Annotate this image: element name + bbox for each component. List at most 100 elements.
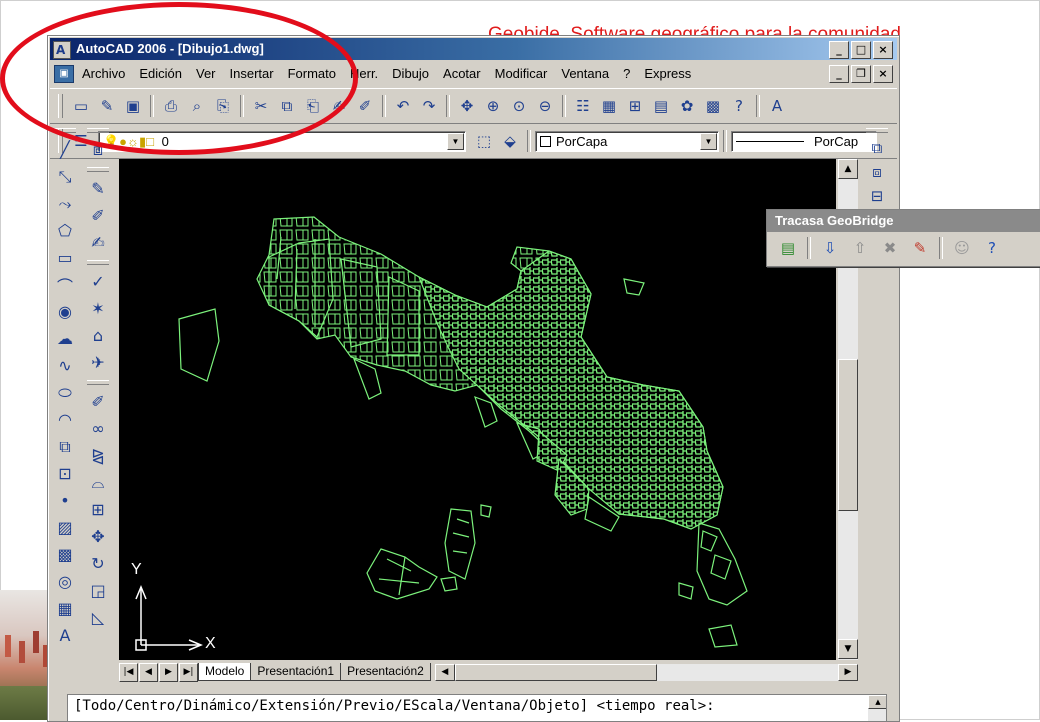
multiline-text-icon[interactable]: A — [52, 623, 78, 648]
doc-minimize-button[interactable]: _ — [829, 65, 849, 83]
plot-icon[interactable]: ⎙ — [159, 94, 183, 118]
ellipse-icon[interactable]: ⬭ — [52, 380, 78, 405]
make-current-layer-icon[interactable]: ⬚ — [472, 129, 496, 153]
hatch-icon[interactable]: ▨ — [52, 515, 78, 540]
scroll-down-button[interactable]: ▼ — [838, 639, 858, 659]
layer-previous-icon[interactable]: ⬙ — [498, 129, 522, 153]
toolbar-grip[interactable] — [54, 128, 76, 133]
redo-icon[interactable]: ↷ — [417, 94, 441, 118]
edit-icon[interactable]: ✎ — [906, 235, 934, 261]
scroll-up-button[interactable]: ▲ — [838, 159, 858, 179]
offset-icon[interactable]: ⌓ — [85, 470, 111, 495]
copy-icon[interactable]: ⧉ — [275, 94, 299, 118]
mirror-icon[interactable]: ⧎ — [85, 443, 111, 468]
command-line-scrollbar[interactable]: ▲ — [868, 695, 886, 721]
doc-close-button[interactable]: × — [873, 65, 893, 83]
polyline-icon[interactable]: ⤳ — [52, 191, 78, 216]
rotate-icon[interactable]: ↻ — [85, 551, 111, 576]
menu-herramientas[interactable]: Herr. — [343, 63, 385, 85]
toolbar-grip[interactable] — [87, 380, 109, 385]
block-edit-icon[interactable]: ✐ — [353, 94, 377, 118]
layer-walk-icon[interactable]: ⊟ — [865, 184, 889, 208]
layers-icon[interactable]: ▤ — [774, 235, 802, 261]
menu-edicion[interactable]: Edición — [132, 63, 189, 85]
markup-icon[interactable]: ✿ — [675, 94, 699, 118]
tab-next-button[interactable]: ▶ — [159, 662, 178, 682]
toolbar-grip[interactable] — [87, 128, 109, 133]
copy-object-icon[interactable]: ∞ — [85, 416, 111, 441]
tab-prev-button[interactable]: ◀ — [139, 662, 158, 682]
stretch-icon[interactable]: ◺ — [85, 605, 111, 630]
tab-modelo[interactable]: Modelo — [198, 663, 252, 681]
polygon-icon[interactable]: ⬠ — [52, 218, 78, 243]
tab-presentacion2[interactable]: Presentación2 — [340, 663, 431, 681]
rectangle-icon[interactable]: ▭ — [52, 245, 78, 270]
line-icon[interactable]: ╱ — [52, 137, 78, 162]
open-icon[interactable]: ✎ — [95, 94, 119, 118]
spline-icon[interactable]: ∿ — [52, 353, 78, 378]
scroll-left-button[interactable]: ◀ — [434, 663, 455, 681]
properties-icon[interactable]: ☷ — [571, 94, 595, 118]
help-icon[interactable]: ? — [727, 94, 751, 118]
calculator-icon[interactable]: ▩ — [701, 94, 725, 118]
command-line[interactable]: [Todo/Centro/Dinámico/Extensión/Previo/E… — [67, 694, 887, 722]
pan-icon[interactable]: ✥ — [455, 94, 479, 118]
layer-isolate-icon[interactable]: ⧈ — [865, 160, 889, 184]
layer-previous-icon[interactable]: ⧉ — [865, 136, 889, 160]
draworder-icon[interactable]: ⧈ — [85, 137, 111, 162]
gradient-icon[interactable]: ▩ — [52, 542, 78, 567]
dim-edit-icon[interactable]: ✓ — [85, 269, 111, 294]
zoom-previous-icon[interactable]: ⊖ — [533, 94, 557, 118]
menu-archivo[interactable]: Archivo — [80, 63, 132, 85]
scroll-up-button[interactable]: ▲ — [868, 695, 886, 709]
edit-icon[interactable]: ✎ — [85, 176, 111, 201]
insert-block-icon[interactable]: ⧉ — [52, 434, 78, 459]
close-button[interactable]: × — [873, 41, 893, 59]
toolbar-grip[interactable] — [58, 94, 63, 118]
chevron-down-icon[interactable]: ▼ — [700, 132, 717, 150]
help-icon[interactable]: ? — [978, 235, 1006, 261]
circle-icon[interactable]: ◉ — [52, 299, 78, 324]
toolbar-grip[interactable] — [87, 260, 109, 265]
sheet-set-icon[interactable]: ▤ — [649, 94, 673, 118]
zoom-window-icon[interactable]: ⊙ — [507, 94, 531, 118]
menu-ventana[interactable]: Ventana — [554, 63, 616, 85]
toolbar-grip[interactable] — [87, 167, 109, 172]
color-control[interactable]: PorCapa ▼ — [535, 130, 719, 152]
scroll-right-button[interactable]: ▶ — [838, 663, 858, 681]
toolbar-grip[interactable] — [866, 128, 888, 133]
minimize-button[interactable]: _ — [829, 41, 849, 59]
text-style-icon[interactable]: A — [765, 94, 789, 118]
menu-modificar[interactable]: Modificar — [488, 63, 555, 85]
doc-restore-button[interactable]: ❐ — [851, 65, 871, 83]
tab-first-button[interactable]: |◀ — [119, 662, 138, 682]
erase-icon[interactable]: ✐ — [85, 389, 111, 414]
save-icon[interactable]: ▣ — [121, 94, 145, 118]
plot-preview-icon[interactable]: ⌕ — [185, 94, 209, 118]
delete-icon[interactable]: ✖ — [876, 235, 904, 261]
move-icon[interactable]: ✥ — [85, 524, 111, 549]
tab-presentacion1[interactable]: Presentación1 — [250, 663, 342, 681]
horizontal-scroll-thumb[interactable] — [454, 663, 657, 681]
undo-icon[interactable]: ↶ — [391, 94, 415, 118]
matchprop-icon[interactable]: ✍ — [327, 94, 351, 118]
menu-insertar[interactable]: Insertar — [223, 63, 281, 85]
geobridge-title[interactable]: Tracasa GeoBridge — [767, 210, 1040, 232]
ellipse-arc-icon[interactable]: ◠ — [52, 407, 78, 432]
new-icon[interactable]: ▭ — [69, 94, 93, 118]
vertical-scroll-thumb[interactable] — [838, 359, 858, 511]
design-center-icon[interactable]: ▦ — [597, 94, 621, 118]
autocad-app-icon[interactable] — [53, 41, 71, 59]
edit-attribute-icon[interactable]: ✐ — [85, 203, 111, 228]
drawing-area[interactable]: Y X — [119, 159, 836, 660]
chevron-down-icon[interactable]: ▼ — [447, 132, 464, 150]
attdef-icon[interactable]: ⌂ — [85, 323, 111, 348]
cut-icon[interactable]: ✂ — [249, 94, 273, 118]
paste-icon[interactable]: ⎗ — [301, 94, 325, 118]
menu-ver[interactable]: Ver — [189, 63, 223, 85]
menu-formato[interactable]: Formato — [281, 63, 343, 85]
revision-cloud-icon[interactable]: ☁ — [52, 326, 78, 351]
menu-acotar[interactable]: Acotar — [436, 63, 488, 85]
download-icon[interactable]: ⇩ — [816, 235, 844, 261]
refedit-icon[interactable]: ✈ — [85, 350, 111, 375]
